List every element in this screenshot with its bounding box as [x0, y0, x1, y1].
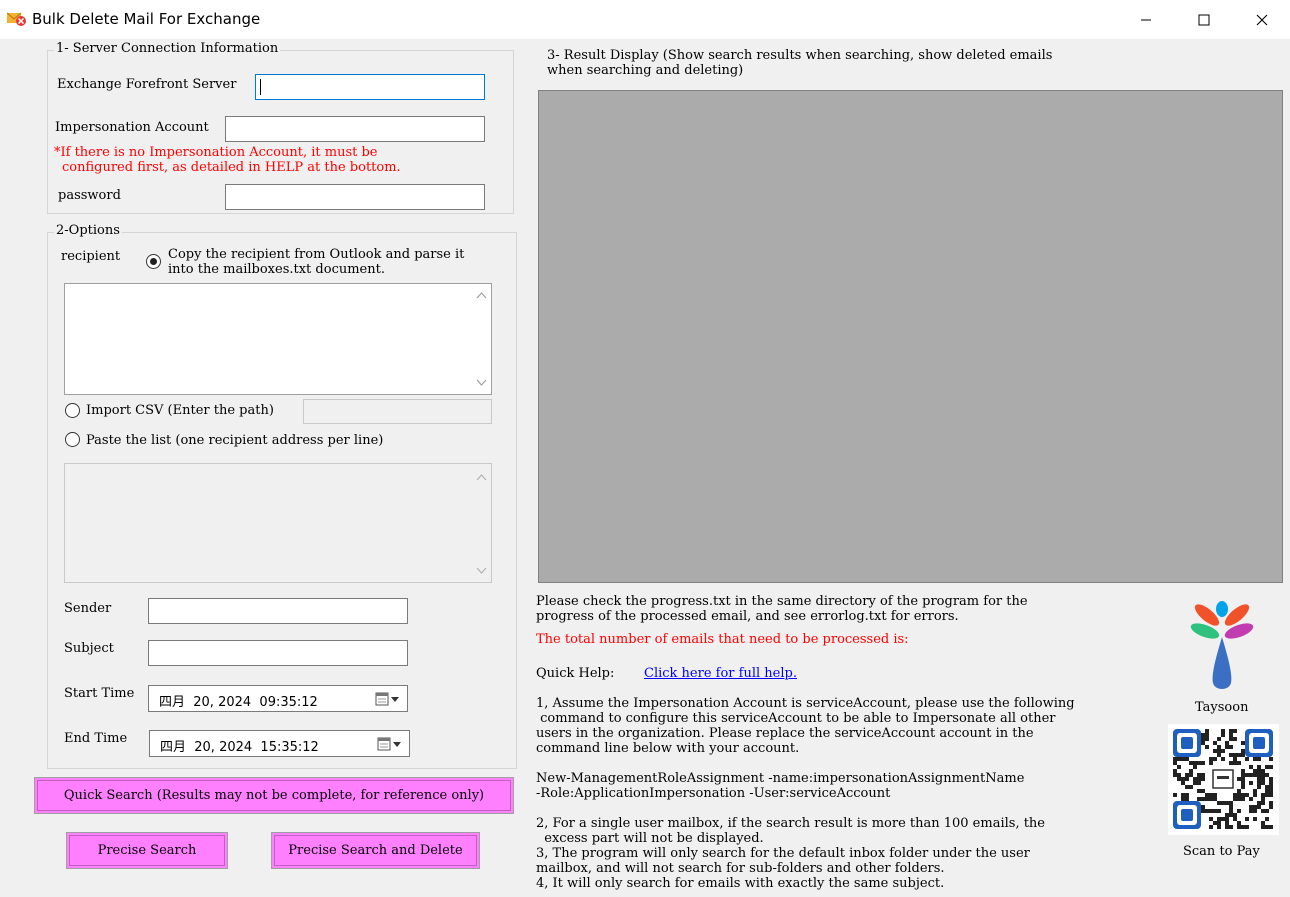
radio-import-csv[interactable]: [65, 403, 80, 418]
mail-delete-icon: [6, 11, 27, 27]
minimize-icon: [1141, 19, 1151, 20]
end-time-label: End Time: [64, 731, 128, 746]
subject-input[interactable]: [148, 640, 408, 666]
progress-info-2: progress of the processed email, and see…: [536, 609, 959, 624]
precise-delete-button[interactable]: Precise Search and Delete: [271, 832, 480, 869]
radio-outlook[interactable]: [146, 254, 161, 269]
result-title-line-1: 3- Result Display (Show search results w…: [547, 48, 1053, 63]
calendar-dropdown-icon[interactable]: [375, 691, 401, 711]
close-button[interactable]: [1233, 0, 1290, 39]
title-bar: Bulk Delete Mail For Exchange: [0, 0, 1290, 39]
account-input[interactable]: [225, 116, 485, 142]
brand-name: Taysoon: [1195, 700, 1249, 715]
options-group-title: 2-Options: [54, 223, 122, 238]
quick-search-button[interactable]: Quick Search (Results may not be complet…: [34, 777, 514, 814]
full-help-link[interactable]: Click here for full help.: [644, 666, 797, 681]
calendar-dropdown-icon[interactable]: [377, 736, 403, 756]
start-time-picker[interactable]: 四月 20, 2024 09:35:12: [148, 685, 408, 712]
window-title: Bulk Delete Mail For Exchange: [32, 10, 261, 28]
help-command: New-ManagementRoleAssignment -name:imper…: [536, 771, 1025, 801]
server-label: Exchange Forefront Server: [57, 77, 237, 92]
sender-input[interactable]: [148, 598, 408, 624]
precise-delete-label: Precise Search and Delete: [288, 843, 463, 858]
help-item-1: 1, Assume the Impersonation Account is s…: [536, 696, 1075, 756]
warning-line-2: configured first, as detailed in HELP at…: [62, 160, 401, 175]
outlook-recipient-textarea[interactable]: [64, 283, 492, 395]
vertical-scrollbar[interactable]: [473, 465, 490, 581]
vertical-scrollbar[interactable]: [473, 285, 490, 393]
end-time-picker[interactable]: 四月 20, 2024 15:35:12: [149, 730, 410, 757]
precise-search-label: Precise Search: [97, 843, 197, 858]
scan-to-pay-label: Scan to Pay: [1183, 844, 1260, 859]
result-title-line-2: when searching and deleting): [547, 63, 744, 78]
password-label: password: [58, 188, 121, 203]
maximize-button[interactable]: [1175, 0, 1233, 39]
result-display-panel[interactable]: [538, 90, 1283, 583]
end-time-value: 四月 20, 2024 15:35:12: [160, 740, 319, 755]
text-caret: [260, 79, 261, 95]
radio-outlook-label-1[interactable]: Copy the recipient from Outlook and pars…: [168, 247, 464, 262]
progress-info-1: Please check the progress.txt in the sam…: [536, 594, 1028, 609]
warning-line-1: *If there is no Impersonation Account, i…: [54, 145, 378, 160]
maximize-icon: [1198, 14, 1210, 25]
help-item-2: 2, For a single user mailbox, if the sea…: [536, 816, 1045, 846]
paste-list-textarea[interactable]: [64, 463, 492, 583]
quick-search-label: Quick Search (Results may not be complet…: [63, 788, 485, 803]
total-emails-label: The total number of emails that need to …: [536, 632, 909, 647]
recipient-label: recipient: [61, 249, 121, 264]
minimize-button[interactable]: [1117, 0, 1175, 39]
start-time-value: 四月 20, 2024 09:35:12: [159, 695, 318, 710]
taysoon-logo: [1187, 599, 1257, 691]
precise-search-button[interactable]: Precise Search: [66, 832, 228, 869]
server-input[interactable]: [255, 74, 485, 100]
qr-code[interactable]: [1168, 724, 1279, 835]
csv-path-input[interactable]: [303, 399, 492, 424]
help-item-4: 4, It will only search for emails with e…: [536, 876, 945, 891]
radio-paste-list[interactable]: [65, 432, 80, 447]
start-time-label: Start Time: [64, 686, 135, 701]
help-item-3: 3, The program will only search for the …: [536, 846, 1030, 876]
quick-help-label: Quick Help:: [536, 666, 615, 681]
server-group-title: 1- Server Connection Information: [54, 41, 281, 56]
subject-label: Subject: [64, 641, 114, 656]
radio-import-csv-label[interactable]: Import CSV (Enter the path): [86, 403, 274, 418]
sender-label: Sender: [64, 601, 112, 616]
radio-paste-list-label[interactable]: Paste the list (one recipient address pe…: [86, 433, 383, 448]
password-input[interactable]: [225, 184, 485, 210]
account-label: Impersonation Account: [55, 120, 209, 135]
radio-outlook-label-2[interactable]: into the mailboxes.txt document.: [168, 262, 385, 277]
close-icon: [1256, 14, 1268, 25]
